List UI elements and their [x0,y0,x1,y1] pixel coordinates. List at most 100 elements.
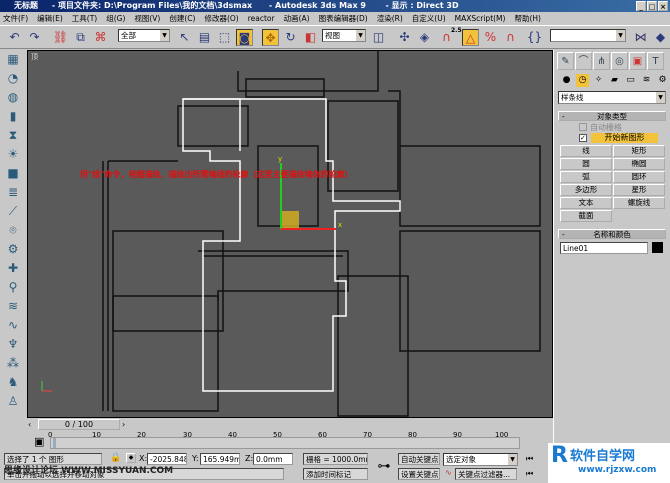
menu-reactor[interactable]: reactor [248,12,275,25]
selection-filter-dropdown[interactable]: 全部 [118,29,170,42]
maximize-button[interactable]: □ [647,1,657,11]
menu-help[interactable]: 帮助(H) [514,12,541,25]
menu-file[interactable]: 文件(F) [3,12,28,25]
go-to-start-icon[interactable]: ⏮ [526,454,533,464]
y-coordinate-input[interactable]: 165.949mm [200,453,240,465]
pivot-icon[interactable]: ◫ [370,29,387,46]
add-time-tag-button[interactable]: 添加时间标记 [303,468,368,480]
line-button[interactable]: 线 [560,145,612,157]
spacewarps-icon[interactable]: ≋ [640,74,653,87]
object-type-rollout[interactable]: - 对象类型 [558,111,666,121]
light-icon[interactable]: ☀ [0,145,26,164]
create-icon[interactable]: ▦ [0,50,26,69]
named-selection-dropdown[interactable] [550,29,626,42]
lights-icon[interactable]: ✧ [592,74,605,87]
circle-button[interactable]: 圆 [560,158,612,170]
systems-icon[interactable]: ⚙ [656,74,669,87]
loft-icon[interactable]: ⧗ [0,126,26,145]
ellipse-button[interactable]: 椭圆 [613,158,665,170]
rect-selection-icon[interactable]: ⬚ [216,29,233,46]
move-icon[interactable]: ✥ [262,29,279,46]
percent-snap-icon[interactable]: % [482,29,499,46]
helpers-icon[interactable]: ▭ [624,74,637,87]
select-icon[interactable]: ↖ [176,29,193,46]
edit-named-selection-icon[interactable]: {} [526,29,543,46]
camera-icon[interactable]: ⌾ [0,221,26,240]
keyboard-shortcut-icon[interactable]: ◈ [416,29,433,46]
auto-grid-checkbox[interactable] [579,123,587,131]
stack-icon[interactable]: ≣ [0,183,26,202]
rotate-icon[interactable]: ↻ [282,29,299,46]
track-bar-icon[interactable]: ▣ [34,435,44,448]
box-icon[interactable]: ■ [0,164,26,183]
key-mode-toggle-icon[interactable]: ⏮ [526,469,533,479]
modify-icon[interactable]: ◔ [0,69,26,88]
gear-icon[interactable]: ⚙ [0,240,26,259]
text-button[interactable]: 文本 [560,197,612,209]
figure-icon[interactable]: ♙ [0,392,26,411]
key-icon[interactable]: ⊶ [372,455,396,479]
menu-create[interactable]: 创建(C) [169,12,195,25]
key-filters-button[interactable]: 关键点过滤器... [455,468,517,480]
scale-icon[interactable]: ◧ [302,29,319,46]
cylinder-icon[interactable]: ▮ [0,107,26,126]
menu-modifiers[interactable]: 修改器(O) [204,12,238,25]
bind-space-warp-icon[interactable]: ⌘ [92,29,109,46]
prev-frame-icon[interactable]: ‹ [28,420,31,429]
menu-animation[interactable]: 动画(A) [284,12,310,25]
next-frame-icon[interactable]: › [122,420,125,429]
align-icon[interactable]: ◆ [652,29,669,46]
undo-icon[interactable]: ↶ [6,29,23,46]
angle-snap-icon[interactable]: △ [462,29,479,46]
hierarchy-tab-icon[interactable]: ⋔ [593,52,610,70]
set-key-button[interactable]: 设置关键点 [398,468,440,480]
spacewarp-icon[interactable]: ≋ [0,297,26,316]
helper-icon[interactable]: ✚ [0,259,26,278]
spinner-snap-icon[interactable]: ∩ [502,29,519,46]
shapes-icon[interactable]: ◷ [576,74,589,87]
menu-graph-editors[interactable]: 图表编辑器(D) [319,12,368,25]
star-button[interactable]: 星形 [613,184,665,196]
ref-coord-dropdown[interactable]: 视图 [322,29,366,42]
donut-button[interactable]: 圆环 [613,171,665,183]
menu-views[interactable]: 视图(V) [134,12,160,25]
helix-button[interactable]: 螺旋线 [613,197,665,209]
menu-customize[interactable]: 自定义(U) [412,12,446,25]
utilities-tab-icon[interactable]: T [647,52,664,70]
minimize-button[interactable]: _ [636,1,646,11]
select-by-name-icon[interactable]: ▤ [196,29,213,46]
key-mode-dropdown[interactable]: 选定对象 [443,453,518,466]
name-color-rollout[interactable]: - 名称和颜色 [558,229,666,239]
cameras-icon[interactable]: ▰ [608,74,621,87]
z-coordinate-input[interactable]: 0.0mm [253,453,293,465]
arc-button[interactable]: 弧 [560,171,612,183]
rectangle-button[interactable]: 矩形 [613,145,665,157]
time-slider[interactable]: ‹ 0 / 100 › [28,419,526,431]
menu-edit[interactable]: 编辑(E) [37,12,63,25]
display-tab-icon[interactable]: ▣ [629,52,646,70]
motion-tab-icon[interactable]: ◎ [611,52,628,70]
start-new-shape-button[interactable]: 开始新图形 [591,133,658,143]
object-name-input[interactable]: Line01 [560,242,648,254]
close-button[interactable]: × [658,1,668,11]
menu-rendering[interactable]: 渲染(R) [377,12,403,25]
modify-tab-icon[interactable]: ⌒ [575,52,592,70]
dolly-icon[interactable]: ⚲ [0,278,26,297]
section-button[interactable]: 截面 [560,210,612,222]
wave-icon[interactable]: ∿ [0,316,26,335]
link-icon[interactable]: ⛓ [52,29,69,46]
window-crossing-icon[interactable]: ◙ [236,29,253,46]
start-new-shape-checkbox[interactable]: ✓ [579,134,587,142]
time-slider-thumb[interactable]: 0 / 100 [38,419,120,430]
particle-icon[interactable]: ⁂ [0,354,26,373]
lock-icon[interactable]: 🔒 [110,453,121,463]
create-tab-icon[interactable]: ✎ [557,52,574,70]
unlink-icon[interactable]: ⧉ [72,29,89,46]
top-viewport[interactable]: 顶 yx 用"线"命令，将图描绘，描绘出所需墙线的轮廓（这里主要描绘墙体的轮廓） [27,50,553,418]
redo-icon[interactable]: ↷ [26,29,43,46]
menu-group[interactable]: 组(G) [106,12,125,25]
geometry-icon[interactable]: ● [560,74,573,87]
mirror-icon[interactable]: ⋈ [632,29,649,46]
ngon-button[interactable]: 多边形 [560,184,612,196]
biped-icon[interactable]: ♆ [0,335,26,354]
